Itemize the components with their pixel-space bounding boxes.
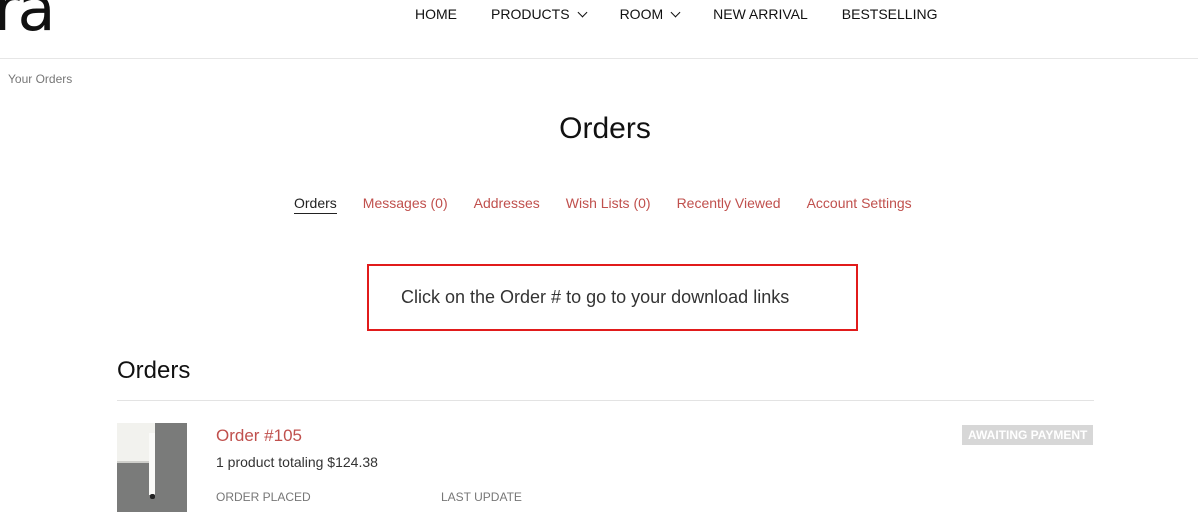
order-number-link[interactable]: Order #105	[216, 426, 302, 446]
nav-home[interactable]: HOME	[415, 5, 457, 23]
nav-room-label: ROOM	[619, 6, 664, 22]
order-summary: 1 product totaling $124.38	[216, 454, 378, 470]
nav-home-label: HOME	[415, 6, 457, 22]
tab-messages[interactable]: Messages (0)	[363, 195, 448, 214]
tab-orders[interactable]: Orders	[294, 195, 337, 214]
nav-new-arrival[interactable]: NEW ARRIVAL	[713, 5, 808, 23]
breadcrumb: Your Orders	[8, 72, 72, 86]
tab-recently-viewed[interactable]: Recently Viewed	[677, 195, 781, 214]
main-nav: HOME PRODUCTS ROOM NEW ARRIVAL BESTSELLI…	[415, 5, 971, 23]
nav-new-arrival-label: NEW ARRIVAL	[713, 6, 808, 22]
page-title: Orders	[559, 112, 651, 145]
order-placed-label: ORDER PLACED	[216, 490, 311, 504]
notice-text: Click on the Order # to go to your downl…	[401, 287, 790, 307]
last-update-label: LAST UPDATE	[441, 490, 522, 504]
orders-heading: Orders	[117, 357, 191, 384]
tab-addresses[interactable]: Addresses	[474, 195, 540, 214]
download-notice: Click on the Order # to go to your downl…	[367, 264, 858, 331]
account-tabs: Orders Messages (0) Addresses Wish Lists…	[294, 195, 938, 214]
nav-bestselling[interactable]: BESTSELLING	[842, 5, 938, 23]
nav-bestselling-label: BESTSELLING	[841, 6, 938, 22]
nav-room[interactable]: ROOM	[619, 5, 681, 23]
thumb-foot	[150, 494, 155, 499]
site-header: ra HOME PRODUCTS ROOM NEW ARRIVAL BESTSE…	[0, 0, 1198, 59]
breadcrumb-current: Your Orders	[8, 72, 73, 86]
order-product-thumbnail[interactable]	[117, 423, 187, 512]
tab-wish-lists[interactable]: Wish Lists (0)	[566, 195, 651, 214]
divider	[117, 400, 1094, 401]
site-logo[interactable]: ra	[0, 0, 56, 40]
nav-products-label: PRODUCTS	[491, 6, 570, 22]
status-badge: AWAITING PAYMENT	[962, 425, 1094, 445]
chevron-down-icon	[577, 7, 588, 17]
tab-account-settings[interactable]: Account Settings	[807, 195, 912, 214]
chevron-down-icon	[670, 7, 681, 17]
nav-products[interactable]: PRODUCTS	[491, 5, 588, 23]
thumb-leg	[149, 433, 155, 495]
